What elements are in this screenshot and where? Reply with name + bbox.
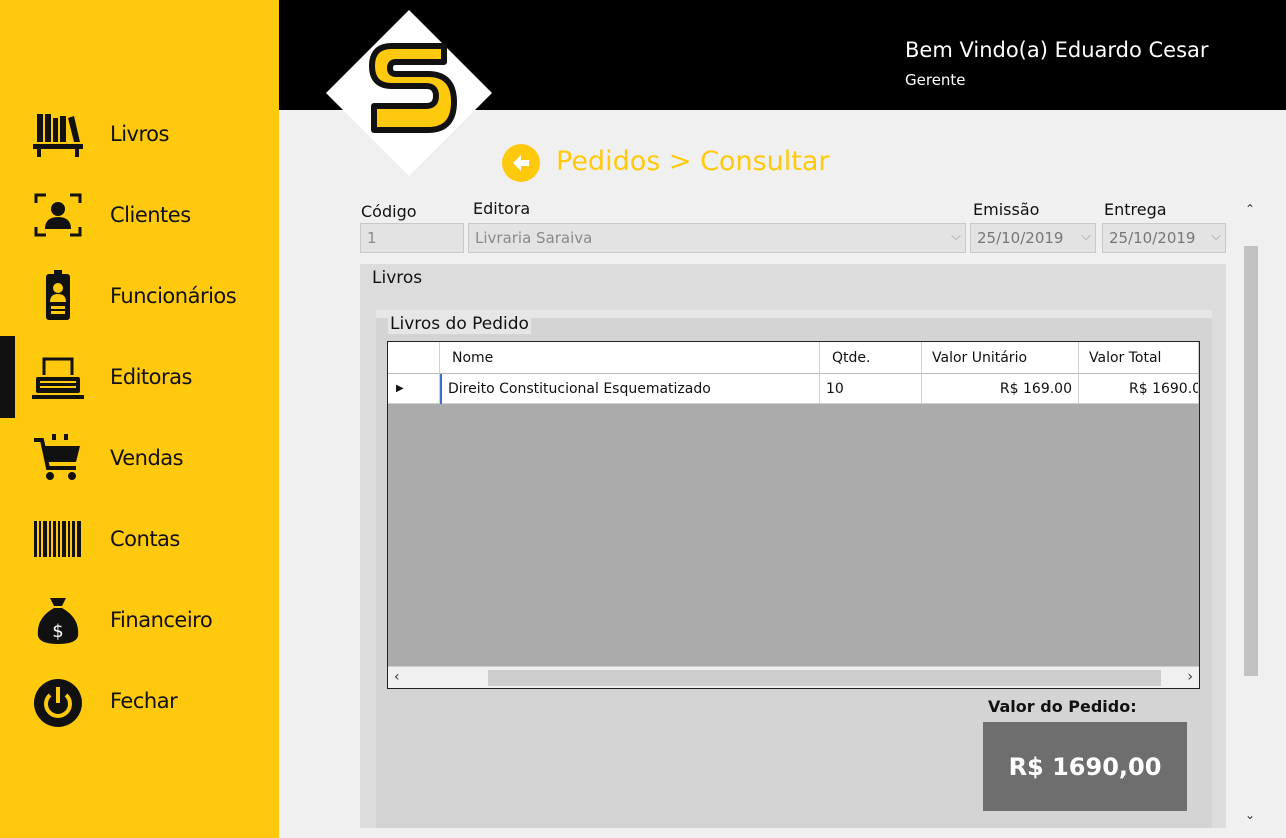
sidebar: Livros Clientes Funcionários Editoras Ve… [0, 0, 279, 838]
user-role: Gerente [905, 71, 966, 89]
vertical-scrollbar[interactable]: ⌃ ⌄ [1240, 196, 1262, 828]
vertical-scroll-thumb[interactable] [1244, 246, 1258, 676]
table-row[interactable]: ▶ Direito Constitucional Esquematizado 1… [388, 374, 1199, 404]
livros-pedido-title: Livros do Pedido [388, 314, 531, 334]
editora-select[interactable]: Livraria Saraiva ⌵ [468, 223, 966, 253]
scroll-down-icon[interactable]: ⌄ [1245, 808, 1255, 822]
sidebar-item-label: Editoras [110, 365, 192, 389]
welcome-text: Bem Vindo(a) Eduardo Cesar [905, 38, 1209, 62]
sidebar-item-label: Contas [110, 527, 180, 551]
sidebar-item-livros[interactable]: Livros [0, 104, 279, 164]
entrega-value: 25/10/2019 [1109, 229, 1196, 247]
barcode-icon [30, 511, 86, 567]
sidebar-item-vendas[interactable]: Vendas [0, 428, 279, 488]
codigo-value: 1 [367, 229, 377, 247]
cell-valor-unitario[interactable]: R$ 169.00 [922, 374, 1079, 404]
chevron-down-icon: ⌵ [1211, 229, 1221, 244]
column-header-qtde[interactable]: Qtde. [820, 342, 922, 374]
grid-header: Nome Qtde. Valor Unitário Valor Total [388, 342, 1199, 374]
sidebar-item-label: Financeiro [110, 608, 213, 632]
emissao-label: Emissão [973, 200, 1040, 219]
typewriter-icon [30, 349, 86, 405]
books-grid[interactable]: Nome Qtde. Valor Unitário Valor Total ▶ … [387, 341, 1200, 689]
codigo-field[interactable]: 1 [360, 223, 464, 253]
money-bag-icon: $ [30, 592, 86, 648]
chevron-down-icon: ⌵ [951, 229, 961, 244]
sidebar-item-label: Vendas [110, 446, 184, 470]
entrega-label: Entrega [1104, 200, 1167, 219]
sidebar-item-editoras[interactable]: Editoras [0, 347, 279, 407]
codigo-label: Código [361, 202, 417, 221]
editora-value: Livraria Saraiva [475, 229, 593, 247]
sidebar-item-financeiro[interactable]: $ Financeiro [0, 590, 279, 650]
scroll-up-icon[interactable]: ⌃ [1245, 202, 1255, 216]
sidebar-item-clientes[interactable]: Clientes [0, 185, 279, 245]
cell-qtde[interactable]: 10 [820, 374, 922, 404]
svg-text:$: $ [52, 621, 63, 642]
valor-pedido-value: R$ 1690,00 [983, 722, 1187, 811]
app-logo [326, 10, 492, 176]
badge-icon [30, 268, 86, 324]
column-header-valor-unitario[interactable]: Valor Unitário [922, 342, 1079, 374]
power-icon [30, 673, 86, 729]
livros-panel-title: Livros [372, 268, 423, 288]
emissao-value: 25/10/2019 [977, 229, 1064, 247]
sidebar-item-label: Funcionários [110, 284, 237, 308]
sidebar-item-funcionarios[interactable]: Funcionários [0, 266, 279, 326]
scroll-right-icon[interactable]: › [1187, 669, 1193, 685]
row-header-corner [388, 342, 440, 374]
entrega-date-picker[interactable]: 25/10/2019 ⌵ [1102, 223, 1226, 253]
sidebar-item-label: Livros [110, 122, 169, 146]
column-header-valor-total[interactable]: Valor Total [1079, 342, 1199, 374]
books-icon [30, 106, 86, 162]
horizontal-scrollbar[interactable]: ‹ › [388, 666, 1199, 688]
column-header-nome[interactable]: Nome [440, 342, 820, 374]
scroll-left-icon[interactable]: ‹ [394, 669, 400, 685]
sidebar-item-contas[interactable]: Contas [0, 509, 279, 569]
sidebar-item-label: Clientes [110, 203, 191, 227]
page-title: Pedidos > Consultar [556, 146, 830, 177]
id-scan-icon [30, 187, 86, 243]
sidebar-item-label: Fechar [110, 689, 178, 713]
cart-icon [30, 430, 86, 486]
horizontal-scroll-thumb[interactable] [488, 670, 1161, 686]
editora-label: Editora [473, 199, 531, 218]
chevron-down-icon: ⌵ [1081, 229, 1091, 244]
cell-nome[interactable]: Direito Constitucional Esquematizado [440, 374, 820, 404]
sidebar-item-fechar[interactable]: Fechar [0, 671, 279, 731]
arrow-left-icon [513, 155, 529, 171]
row-selector-icon: ▶ [388, 374, 440, 404]
emissao-date-picker[interactable]: 25/10/2019 ⌵ [970, 223, 1096, 253]
back-button[interactable] [502, 144, 540, 182]
valor-pedido-label: Valor do Pedido: [988, 697, 1137, 716]
cell-valor-total[interactable]: R$ 1690.00 [1079, 374, 1199, 404]
